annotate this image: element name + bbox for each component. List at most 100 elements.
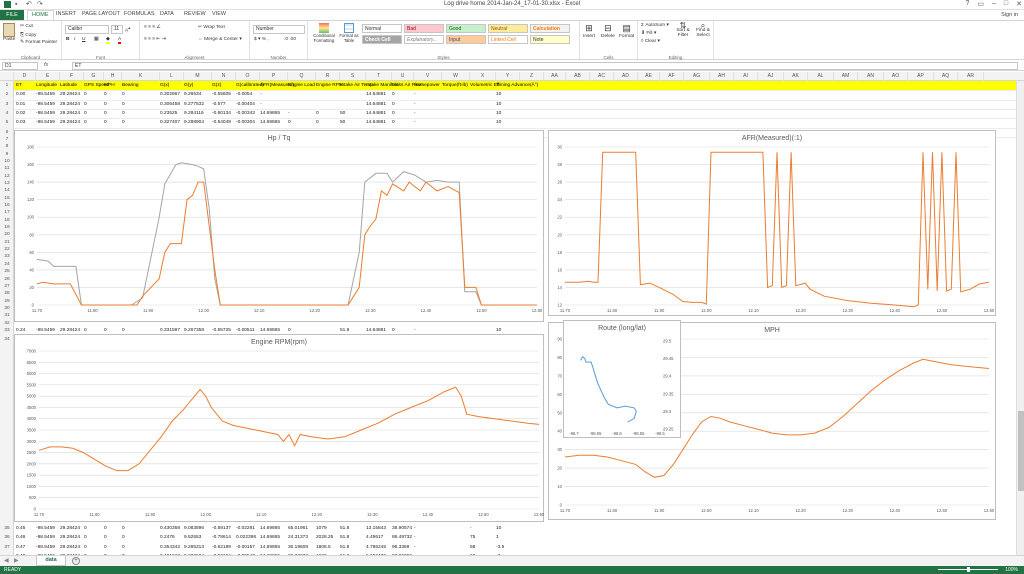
data-cell[interactable]: -98.5459 [36, 118, 55, 127]
column-header[interactable]: Y [496, 72, 520, 81]
header-cell[interactable]: ET [16, 81, 22, 90]
data-cell[interactable]: 0 [84, 533, 87, 542]
format-as-table-button[interactable]: Format as Table [338, 23, 360, 43]
column-header[interactable]: AM [834, 72, 858, 81]
data-cell[interactable]: - [414, 100, 416, 109]
column-header[interactable]: G [84, 72, 104, 81]
data-cell[interactable]: 0 [84, 543, 87, 552]
data-cell[interactable]: -0.78614 [212, 533, 231, 542]
data-cell[interactable]: 0.01 [16, 100, 25, 109]
data-cell[interactable]: - [260, 90, 262, 99]
column-header[interactable]: AD [614, 72, 638, 81]
data-cell[interactable]: 29.28424 [60, 524, 80, 533]
wrap-text-button[interactable]: ↵ Wrap Text [198, 25, 225, 30]
tab-formulas[interactable]: FORMULAS [124, 11, 155, 17]
data-cell[interactable]: 9.277532 [184, 100, 204, 109]
data-cell[interactable]: 13.15843 [366, 524, 386, 533]
row-header[interactable]: 5 [0, 118, 14, 127]
header-cell[interactable]: MPH [104, 81, 115, 90]
header-cell[interactable]: G(y) [184, 81, 193, 90]
hp-tq-chart[interactable]: Hp / Tq 0 20 40 60 80 100 120 140 160 180 11.70 11.… [14, 130, 544, 322]
style-explanatory[interactable]: Explanatory... [404, 35, 444, 44]
worksheet-grid[interactable]: D E F G H K L M N O P Q R S T U V W X Y Z AA AB AC AD AE AF AG AH AI A… [0, 72, 1024, 555]
bold-button[interactable]: B [66, 37, 69, 42]
column-header[interactable]: W [442, 72, 470, 81]
data-cell[interactable]: 0 [122, 533, 125, 542]
data-cell[interactable]: -0.59137 [212, 524, 231, 533]
data-cell[interactable]: -3.5 [496, 543, 504, 552]
data-cell[interactable]: 29.28424 [60, 90, 80, 99]
style-good[interactable]: Good [446, 24, 486, 33]
data-cell[interactable]: 65.01961 [288, 524, 308, 533]
row-header[interactable]: 37 [0, 543, 14, 552]
data-cell[interactable]: - [414, 543, 416, 552]
data-cell[interactable]: 0 [84, 100, 87, 109]
column-header[interactable]: U [392, 72, 414, 81]
data-cell[interactable]: 0.430358 [160, 524, 180, 533]
column-header[interactable]: X [470, 72, 496, 81]
data-cell[interactable]: 14.64881 [366, 118, 386, 127]
italic-button[interactable]: I [74, 37, 75, 42]
row-header[interactable]: 3 [0, 100, 14, 109]
column-header[interactable]: R [316, 72, 340, 81]
borders-icon[interactable]: ▦ [94, 37, 99, 42]
paste-button[interactable]: Paste [3, 23, 15, 42]
column-header[interactable]: E [36, 72, 60, 81]
header-cell[interactable]: G(z) [212, 81, 221, 90]
row-header[interactable]: 4 [0, 109, 14, 118]
data-cell[interactable]: 30.19608 [288, 543, 308, 552]
data-cell[interactable]: 10 [496, 118, 501, 127]
fx-icon[interactable]: fx [44, 62, 48, 68]
style-input[interactable]: Input [446, 35, 486, 44]
data-cell[interactable]: 29.28424 [60, 118, 80, 127]
data-cell[interactable]: 0.46 [16, 533, 25, 542]
data-cell[interactable]: - [414, 118, 416, 127]
data-cell[interactable]: 0.02 [16, 109, 25, 118]
sign-in-link[interactable]: Sign in [1001, 12, 1018, 18]
sort-filter-button[interactable]: ⇅ Sort & Filter [674, 22, 692, 39]
header-cell[interactable]: Torque(ft-lb) [442, 81, 468, 90]
data-cell[interactable]: 0 [392, 100, 395, 109]
align-left-icon[interactable]: ≡ ≡ ≡ ⇤ ⇥ [144, 37, 166, 42]
header-cell[interactable]: Engine RPM [316, 81, 343, 90]
style-bad[interactable]: Bad [404, 24, 444, 33]
column-header[interactable]: AK [784, 72, 808, 81]
data-cell[interactable]: -98.5459 [36, 543, 55, 552]
column-header[interactable]: AC [590, 72, 614, 81]
data-cell[interactable]: 0 [84, 524, 87, 533]
data-cell[interactable]: -0.60134 [212, 109, 231, 118]
data-cell[interactable]: 51.8 [340, 533, 349, 542]
add-sheet-icon[interactable]: + [72, 557, 80, 565]
data-cell[interactable]: 0 [104, 543, 107, 552]
data-cell[interactable]: 0 [122, 118, 125, 127]
row-header[interactable]: 34 [0, 335, 14, 344]
data-cell[interactable]: 38.90574 [392, 524, 412, 533]
header-cell[interactable]: Bearing [122, 81, 139, 90]
data-cell[interactable]: 0 [84, 109, 87, 118]
data-cell[interactable]: 29.28424 [60, 533, 80, 542]
column-header[interactable]: V [414, 72, 442, 81]
data-cell[interactable]: 0 [316, 109, 319, 118]
delete-cells-button[interactable]: ⊟ Delete [601, 23, 615, 39]
header-cell[interactable]: G(x) [160, 81, 169, 90]
data-cell[interactable]: -98.5459 [36, 90, 55, 99]
format-painter-button[interactable]: ✎ Format Painter [20, 40, 57, 45]
format-cells-button[interactable]: ▤ Format [619, 23, 634, 39]
data-cell[interactable]: 0 [122, 543, 125, 552]
header-cell[interactable]: Engine Load [288, 81, 315, 90]
data-cell[interactable]: -0.577 [212, 100, 226, 109]
column-header[interactable]: L [160, 72, 184, 81]
restore-ribbon-icon[interactable]: ▭ [977, 0, 984, 8]
fill-button[interactable]: ⬇ Fill ▾ [641, 31, 656, 36]
data-cell[interactable]: - [260, 100, 262, 109]
column-header[interactable]: AP [908, 72, 934, 81]
data-cell[interactable]: 68 [470, 543, 475, 552]
data-cell[interactable]: 0 [104, 90, 107, 99]
scroll-thumb[interactable] [1018, 411, 1024, 491]
data-cell[interactable]: 14.64881 [366, 90, 386, 99]
data-cell[interactable]: 86.49732 [392, 533, 412, 542]
data-cell[interactable]: 9.284116 [184, 109, 204, 118]
header-cell[interactable]: Horsepower [414, 81, 440, 90]
data-cell[interactable]: 14.64881 [366, 109, 386, 118]
data-cell[interactable]: 0 [122, 90, 125, 99]
